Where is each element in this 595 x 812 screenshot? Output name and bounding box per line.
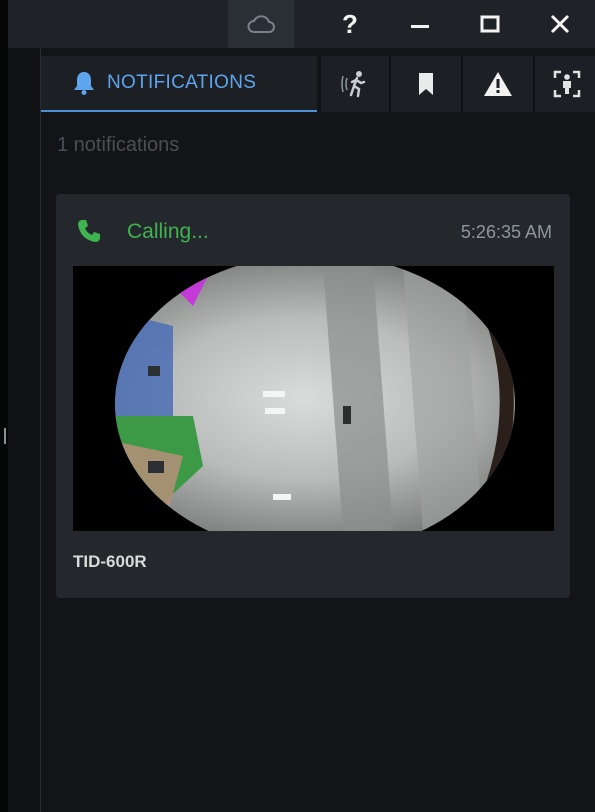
notifications-panel: NOTIFICATIONS 1 notifications Calling...… <box>40 48 595 812</box>
help-button[interactable]: ? <box>315 0 385 48</box>
device-name: TID-600R <box>73 552 147 571</box>
title-bar: ? <box>8 0 595 48</box>
notification-time: 5:26:35 AM <box>460 222 552 242</box>
cloud-icon <box>247 15 275 33</box>
tab-person-detection[interactable] <box>533 56 595 112</box>
maximize-icon <box>480 15 500 33</box>
notification-card[interactable]: Calling... 5:26:35 AM TID-600R <box>56 194 570 598</box>
call-status: Calling... <box>127 220 209 243</box>
warning-icon <box>484 72 512 96</box>
tab-notifications[interactable]: NOTIFICATIONS <box>41 56 317 112</box>
cloud-button[interactable] <box>228 0 294 48</box>
maximize-button[interactable] <box>455 0 525 48</box>
help-icon: ? <box>342 8 358 39</box>
left-edge <box>0 0 8 812</box>
tab-motion[interactable] <box>319 56 389 112</box>
edge-marker <box>4 428 6 444</box>
minimize-icon <box>411 25 429 28</box>
tab-notifications-label: NOTIFICATIONS <box>107 72 257 93</box>
tab-alerts[interactable] <box>461 56 533 112</box>
bell-icon <box>74 72 94 95</box>
tab-bar: NOTIFICATIONS <box>41 56 595 112</box>
close-icon <box>550 14 570 34</box>
bookmark-icon <box>419 73 433 95</box>
close-button[interactable] <box>525 0 595 48</box>
notification-header: Calling... 5:26:35 AM <box>56 194 570 266</box>
notification-count: 1 notifications <box>57 134 180 156</box>
tab-bookmarks[interactable] <box>389 56 461 112</box>
phone-icon <box>78 220 100 242</box>
camera-snapshot[interactable] <box>73 266 554 531</box>
motion-icon <box>341 71 366 98</box>
fisheye-image <box>73 266 554 531</box>
person-detection-icon <box>553 70 580 98</box>
minimize-button[interactable] <box>385 0 455 48</box>
